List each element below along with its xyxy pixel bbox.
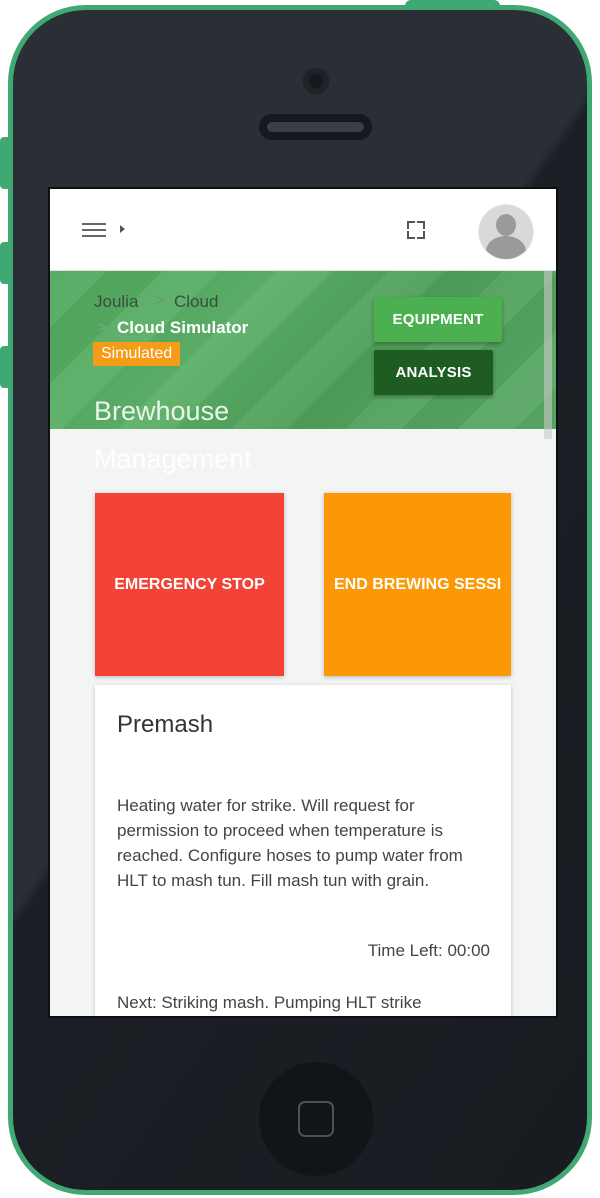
top-app-bar	[50, 189, 556, 271]
equipment-button[interactable]: EQUIPMENT	[374, 297, 502, 342]
time-left: Time Left: 00:00	[367, 941, 490, 960]
end-brewing-session-label: END BREWING SESSI	[334, 575, 502, 593]
status-badge: Simulated	[93, 342, 181, 366]
step-title: Premash	[117, 711, 214, 738]
breadcrumb-separator: >	[156, 292, 165, 309]
page-header: Joulia > Cloud > Cloud Simulator Simulat…	[50, 271, 556, 429]
front-camera	[303, 68, 329, 94]
fullscreen-icon[interactable]	[407, 221, 425, 239]
end-brewing-session-button[interactable]: END BREWING SESSI	[324, 493, 511, 676]
breadcrumb-cloud[interactable]: Cloud	[174, 292, 218, 312]
breadcrumb-joulia[interactable]: Joulia	[94, 292, 138, 312]
brewing-step-card: Premash Heating water for strike. Will r…	[95, 685, 511, 1016]
user-avatar-icon[interactable]	[479, 205, 533, 259]
earpiece-speaker	[259, 114, 372, 140]
emergency-stop-button[interactable]: EMERGENCY STOP	[95, 493, 284, 676]
page-title: Brewhouse	[94, 396, 230, 426]
breadcrumb-cloud-simulator: Cloud Simulator	[117, 318, 249, 337]
caret-right-icon	[120, 225, 125, 233]
scrollbar[interactable]	[544, 271, 552, 439]
page-title-continued: Management	[94, 444, 252, 474]
breadcrumb-separator: >	[98, 319, 107, 336]
next-step: Next: Striking mash. Pumping HLT strike	[117, 993, 422, 1012]
emergency-stop-label: EMERGENCY STOP	[114, 575, 265, 593]
home-button	[259, 1062, 373, 1176]
hamburger-menu-icon[interactable]	[82, 223, 106, 237]
app-screen: Joulia > Cloud > Cloud Simulator Simulat…	[48, 187, 558, 1018]
step-description: Heating water for strike. Will request f…	[117, 796, 463, 890]
analysis-button[interactable]: ANALYSIS	[374, 350, 493, 395]
